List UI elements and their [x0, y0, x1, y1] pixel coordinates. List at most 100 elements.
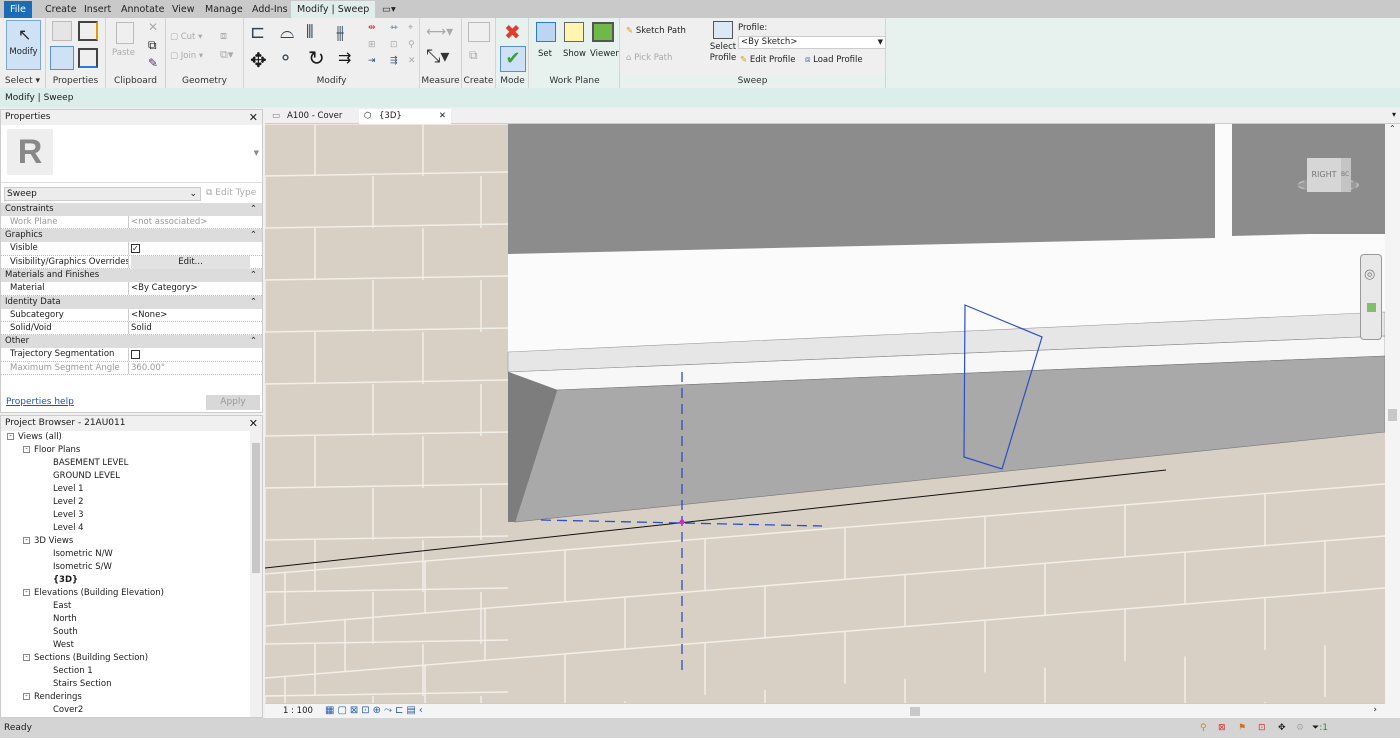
collapse-toggle-icon[interactable]: -: [7, 433, 14, 440]
property-value[interactable]: <None>: [131, 310, 167, 320]
property-checkbox[interactable]: [131, 350, 140, 360]
offset-icon[interactable]: ⌓: [280, 22, 294, 43]
browser-item[interactable]: South: [7, 626, 262, 639]
apply-button[interactable]: Apply: [206, 395, 260, 410]
tab-manage[interactable]: Manage: [199, 1, 249, 18]
browser-item[interactable]: Section 1: [7, 665, 262, 678]
collapse-toggle-icon[interactable]: -: [23, 446, 30, 453]
split-face-icon[interactable]: ⧉▾: [220, 48, 233, 62]
mirror-pick-axis-icon[interactable]: ⫴: [306, 22, 314, 43]
browser-item[interactable]: Stairs Section: [7, 678, 262, 691]
scroll-up-icon[interactable]: ⌃: [1389, 124, 1396, 133]
select-links-icon[interactable]: ⚲: [1200, 718, 1207, 738]
edit-type-button[interactable]: ⧉ Edit Type: [206, 188, 256, 198]
trim-multiple-icon[interactable]: ⇶: [390, 56, 398, 66]
browser-item[interactable]: - Elevations (Building Elevation): [7, 587, 262, 600]
rotate-icon[interactable]: ↻: [308, 46, 325, 70]
collapse-toggle-icon[interactable]: -: [23, 693, 30, 700]
delete-icon[interactable]: ✕: [408, 56, 416, 66]
tab-add-ins[interactable]: Add-Ins: [246, 1, 294, 18]
property-value[interactable]: Solid: [131, 323, 152, 333]
model-canvas[interactable]: [265, 124, 1385, 703]
view-tab-3d[interactable]: ⬡ {3D} ✕: [359, 109, 451, 124]
paste-icon[interactable]: [116, 22, 134, 44]
filter-icon[interactable]: ⏷:1: [1312, 718, 1328, 738]
family-types-icon[interactable]: [78, 21, 98, 41]
collapse-toggle-icon[interactable]: -: [23, 589, 30, 596]
viewcube-face-back[interactable]: BC: [1341, 158, 1351, 192]
join-button[interactable]: ▢ Join ▾: [170, 51, 203, 61]
show-button[interactable]: Show: [563, 49, 586, 59]
pin-icon[interactable]: ⚲: [408, 40, 415, 50]
browser-item[interactable]: {3D}: [7, 574, 262, 587]
modify-button[interactable]: ↖ Modify: [6, 20, 41, 70]
paste-button[interactable]: Paste: [112, 48, 135, 58]
wall-joins-icon[interactable]: ⧈: [220, 29, 227, 43]
select-pinned-icon[interactable]: ⚑: [1238, 718, 1246, 738]
type-selector-preview[interactable]: R ▼: [1, 125, 262, 183]
property-value[interactable]: <By Category>: [131, 283, 198, 293]
browser-item[interactable]: - Sections (Building Section): [7, 652, 262, 665]
viewcube-face-right[interactable]: RIGHT: [1307, 158, 1341, 192]
select-by-face-icon[interactable]: ⊡: [1258, 718, 1266, 738]
browser-item[interactable]: -3D Views: [7, 535, 262, 548]
split-element-icon[interactable]: ⇹: [368, 23, 376, 33]
view-tab-a100-cover[interactable]: ▭ A100 - Cover: [267, 109, 359, 124]
load-profile-button[interactable]: ⧈ Load Profile: [805, 55, 863, 65]
property-value[interactable]: 360.00°: [131, 363, 165, 373]
measure-between-icon[interactable]: ⟷▾: [426, 24, 453, 40]
view-scale[interactable]: 1 : 100: [283, 706, 313, 716]
qat-dropdown[interactable]: ▭▾: [376, 1, 402, 18]
browser-item[interactable]: Cover2: [7, 704, 262, 717]
pick-path-button[interactable]: ⌂ Pick Path: [626, 53, 672, 63]
properties-icon[interactable]: [50, 46, 74, 70]
browser-item[interactable]: Isometric S/W: [7, 561, 262, 574]
copy-element-icon[interactable]: ⚬: [278, 48, 293, 69]
family-category-icon[interactable]: [78, 48, 98, 68]
collapse-icon[interactable]: ⌃: [250, 335, 257, 348]
tab-view[interactable]: View: [166, 1, 201, 18]
project-browser-scrollbar[interactable]: [250, 431, 262, 717]
move-icon[interactable]: ✥: [250, 48, 267, 72]
match-properties-icon[interactable]: ✎: [148, 56, 158, 70]
property-group-header[interactable]: Graphics ⌃: [1, 229, 262, 243]
browser-item[interactable]: North: [7, 613, 262, 626]
select-profile-button[interactable]: Select Profile: [706, 42, 740, 64]
split-gap-icon[interactable]: ⇿: [390, 23, 398, 33]
property-value[interactable]: <not associated>: [131, 217, 207, 227]
tab-overflow-icon[interactable]: ▾: [1392, 110, 1396, 119]
align-icon[interactable]: ⊏: [250, 22, 265, 43]
browser-item[interactable]: - Floor Plans: [7, 444, 262, 457]
tab-annotate[interactable]: Annotate: [115, 1, 170, 18]
create-similar-icon[interactable]: [468, 22, 490, 42]
property-group-header[interactable]: Identity Data ⌃: [1, 295, 262, 309]
close-icon[interactable]: ✕: [249, 110, 258, 125]
copy-icon[interactable]: ⧉: [148, 38, 157, 53]
path-start-point[interactable]: [679, 519, 685, 525]
unpin-icon[interactable]: ⌖: [408, 23, 413, 33]
browser-item[interactable]: - Views (all): [7, 431, 262, 444]
property-checkbox[interactable]: ✓: [131, 244, 140, 254]
property-group-header[interactable]: Materials and Finishes ⌃: [1, 269, 262, 283]
tab-modify-sweep[interactable]: Modify | Sweep: [291, 1, 376, 18]
horizontal-scroll-thumb[interactable]: [910, 707, 920, 716]
properties-help-link[interactable]: Properties help: [6, 397, 74, 407]
set-button[interactable]: Set: [538, 49, 552, 59]
profile-dropdown[interactable]: <By Sketch> ▼: [738, 36, 886, 49]
sketch-path-button[interactable]: ✎ Sketch Path: [626, 26, 686, 36]
property-group-header[interactable]: Constraints ⌃: [1, 203, 262, 216]
browser-item[interactable]: Level 1: [7, 483, 262, 496]
scroll-right-icon[interactable]: ›: [1373, 704, 1377, 717]
element-type-dropdown[interactable]: Sweep ⌄: [4, 187, 201, 201]
cut-geometry-button[interactable]: ▢ Cut ▾: [170, 32, 202, 42]
collapse-toggle-icon[interactable]: -: [23, 537, 30, 544]
browser-item[interactable]: Level 3: [7, 509, 262, 522]
trim-extend-icon[interactable]: ⇉: [338, 48, 351, 67]
browser-item[interactable]: - Renderings: [7, 691, 262, 704]
zoom-icon[interactable]: [1367, 303, 1376, 312]
type-properties-icon[interactable]: [52, 21, 72, 41]
trim-single-icon[interactable]: ⇥: [368, 56, 376, 66]
browser-item[interactable]: GROUND LEVEL: [7, 470, 262, 483]
collapse-icon[interactable]: ⌃: [250, 296, 257, 309]
drag-elements-icon[interactable]: ✥: [1278, 718, 1286, 738]
